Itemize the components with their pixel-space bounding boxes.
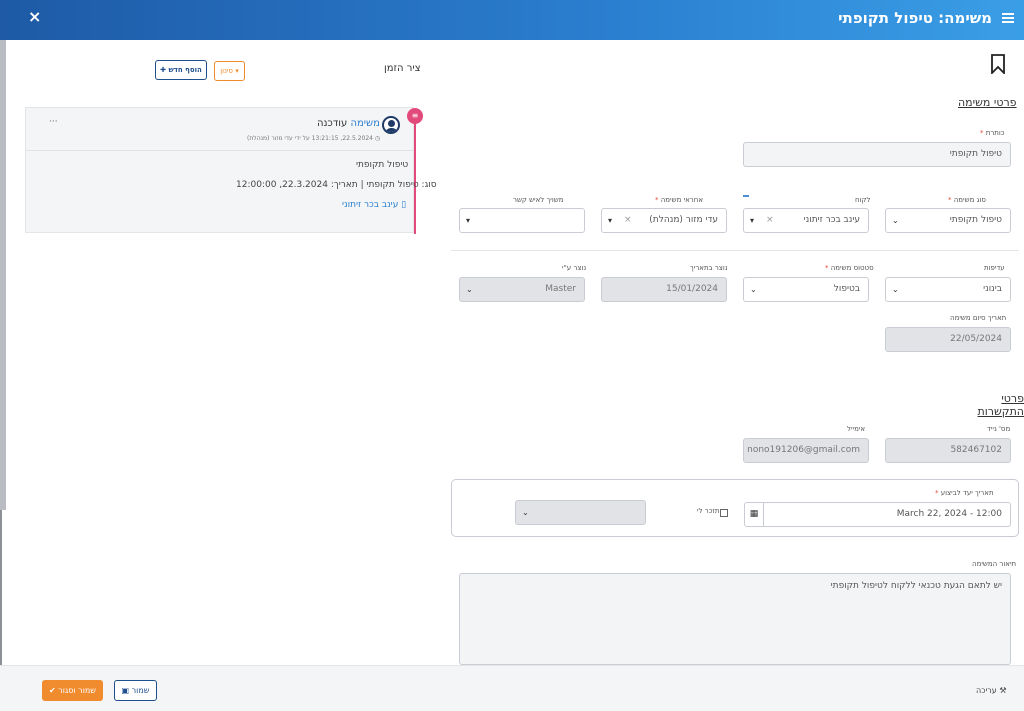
- created-date-field: 15/01/2024: [601, 277, 727, 302]
- task-type-label: סוג משימה *: [948, 196, 986, 204]
- save-and-close-button[interactable]: שמור וסגור ✔: [42, 680, 103, 701]
- floppy-icon: ▣: [121, 686, 130, 695]
- phone-field: 582467102: [885, 438, 1011, 463]
- description-label: תיאור המשימה: [972, 560, 1017, 568]
- created-date-label: נוצר בתאריך: [690, 264, 728, 272]
- divider: [451, 250, 1019, 251]
- bookmark-icon[interactable]: [990, 54, 1006, 74]
- description-textarea[interactable]: יש לתאם הגעת טכנאי ללקוח לטיפול תקופתי: [459, 573, 1011, 665]
- assignee-select[interactable]: עדי מזור (מנהלת) × ▾: [601, 208, 727, 233]
- chevron-down-icon: ⌄: [466, 285, 473, 294]
- chevron-down-icon: ▾: [466, 216, 471, 225]
- end-date-label: תאריך סיום משימה: [950, 314, 1007, 322]
- card-divider: [25, 150, 414, 151]
- modal-title: משימה: טיפול תקופתי: [838, 9, 992, 27]
- due-date-label: תאריך יעד לביצוע *: [935, 489, 994, 497]
- timeline-line: [414, 118, 416, 234]
- created-by-label: נוצר ע"י: [562, 264, 587, 272]
- assignee-label: אחראי משימה *: [655, 196, 704, 204]
- clear-icon[interactable]: ×: [624, 209, 632, 232]
- phone-label: מס' נייד: [987, 425, 1011, 433]
- task-list-icon: ≡: [407, 108, 423, 124]
- card-type-link[interactable]: משימה: [350, 118, 379, 129]
- edit-link[interactable]: ⚒ עריכה: [976, 686, 1007, 695]
- timeline-title: ציר הזמן: [384, 63, 421, 74]
- more-options-icon[interactable]: ···: [49, 117, 58, 127]
- clear-icon[interactable]: ×: [766, 209, 774, 232]
- calendar-icon[interactable]: ▦: [744, 502, 764, 527]
- card-meta: ◷ 22.5.2024, 13:21:15 על ידי עדי מזור (מ…: [247, 135, 381, 142]
- status-label: סטטוס משימה *: [825, 264, 874, 272]
- subject-label: כותרת *: [980, 129, 1005, 137]
- section-title-details: פרטי משימה: [958, 96, 1017, 109]
- customer-label: לקוח: [855, 196, 871, 204]
- created-by-select: Master ⌄: [459, 277, 585, 302]
- contact-person-select[interactable]: ▾: [459, 208, 585, 233]
- task-type-select[interactable]: טיפול תקופתי ⌄: [885, 208, 1011, 233]
- reminder-label: תזכר לי: [697, 507, 720, 515]
- chevron-down-icon: ⌄: [892, 285, 899, 294]
- contact-person-label: משויך לאיש קשר: [513, 196, 564, 204]
- priority-select[interactable]: בינוני ⌄: [885, 277, 1011, 302]
- close-button[interactable]: ×: [28, 7, 41, 26]
- wrench-icon: ⚒: [999, 686, 1007, 695]
- clock-icon: ◷: [374, 135, 381, 142]
- menu-icon: [1002, 13, 1014, 25]
- email-label: אימייל: [847, 425, 866, 433]
- add-new-button[interactable]: ✚ הוסף חדש: [155, 60, 207, 80]
- end-date-field: 22/05/2024: [885, 327, 1011, 352]
- due-date-input[interactable]: March 22, 2024 - 12:00: [763, 502, 1011, 527]
- priority-label: עדיפות: [984, 264, 1005, 272]
- chevron-down-icon: ⌄: [892, 216, 899, 225]
- chevron-down-icon: ▾: [750, 216, 755, 225]
- reminder-checkbox[interactable]: [720, 509, 728, 517]
- save-button[interactable]: שמור ▣: [114, 680, 157, 701]
- email-field: nono191206@gmail.com: [743, 438, 869, 463]
- chevron-down-icon: ⌄: [522, 508, 529, 517]
- status-select[interactable]: בטיפול ⌄: [743, 277, 869, 302]
- customer-select[interactable]: עינב בכר זיתוני × ▾: [743, 208, 869, 233]
- card-subject: טיפול תקופתי: [356, 160, 409, 170]
- section-title-contact: פרטי התקשרות: [977, 392, 1024, 418]
- scrollbar-thumb[interactable]: [0, 40, 6, 510]
- card-details: סוג: טיפול תקופתי | תאריך: 22.3.2024, 12…: [236, 180, 437, 190]
- card-header: משימה עודכנה: [317, 118, 380, 129]
- customer-indicator: [743, 195, 749, 197]
- chevron-down-icon: ▾: [608, 216, 613, 225]
- reminder-select: ⌄: [515, 500, 646, 525]
- card-customer-link[interactable]: ▯ עינב בכר זיתוני: [342, 200, 406, 210]
- chevron-down-icon: ⌄: [750, 285, 757, 294]
- modal-header: משימה: טיפול תקופתי ×: [0, 0, 1024, 40]
- filter-button[interactable]: סינון ▾: [214, 61, 245, 81]
- card-action: עודכנה: [317, 118, 348, 129]
- avatar: [382, 116, 400, 134]
- subject-input[interactable]: טיפול תקופתי: [743, 142, 1011, 167]
- document-icon: ▯: [401, 200, 407, 210]
